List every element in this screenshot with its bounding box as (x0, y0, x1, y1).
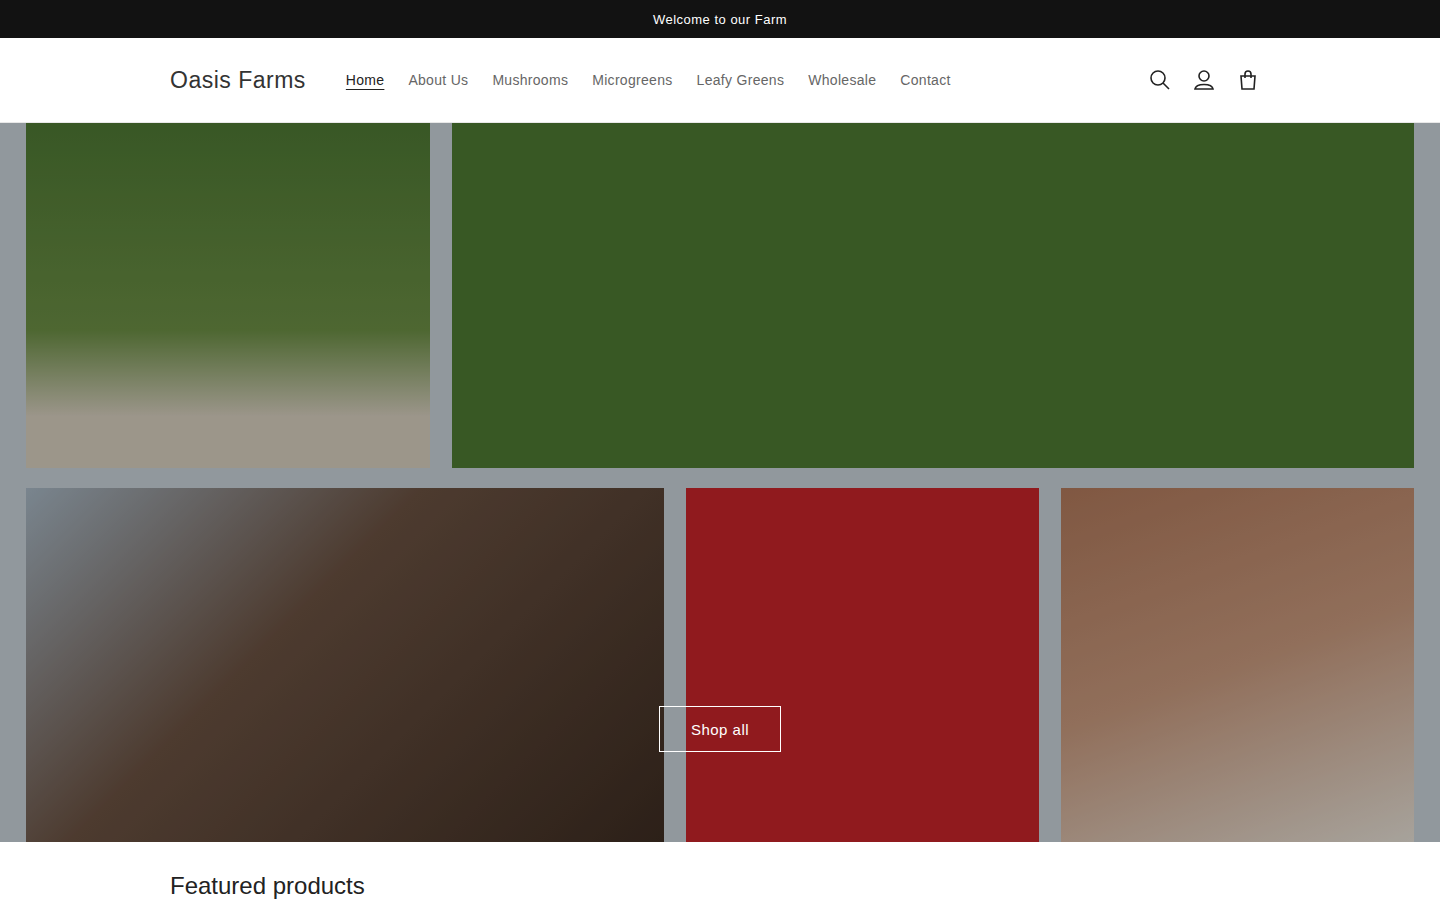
announcement-bar: Welcome to our Farm (0, 0, 1440, 38)
search-button[interactable] (1138, 58, 1182, 102)
header: Oasis Farms HomeAbout UsMushroomsMicrogr… (0, 38, 1440, 123)
nav-item[interactable]: About Us (396, 64, 480, 96)
account-icon (1193, 69, 1215, 91)
cart-button[interactable] (1226, 58, 1270, 102)
page: Welcome to our Farm Oasis Farms HomeAbou… (0, 0, 1440, 900)
featured-section: Featured products (0, 842, 1440, 900)
main-nav: HomeAbout UsMushroomsMicrogreensLeafy Gr… (334, 64, 1138, 96)
nav-item[interactable]: Mushrooms (480, 64, 580, 96)
nav-item[interactable]: Microgreens (580, 64, 684, 96)
nav-item[interactable]: Contact (888, 64, 962, 96)
header-icons (1138, 58, 1270, 102)
announcement-text: Welcome to our Farm (653, 12, 787, 27)
hero-banner: Shop all (0, 123, 1440, 842)
shop-all-button[interactable]: Shop all (659, 706, 781, 752)
logo[interactable]: Oasis Farms (170, 67, 306, 94)
nav-item[interactable]: Home (334, 64, 397, 96)
account-button[interactable] (1182, 58, 1226, 102)
featured-heading: Featured products (170, 872, 1270, 900)
cart-icon (1237, 69, 1259, 91)
nav-item[interactable]: Leafy Greens (685, 64, 797, 96)
nav-item[interactable]: Wholesale (796, 64, 888, 96)
search-icon (1149, 69, 1171, 91)
